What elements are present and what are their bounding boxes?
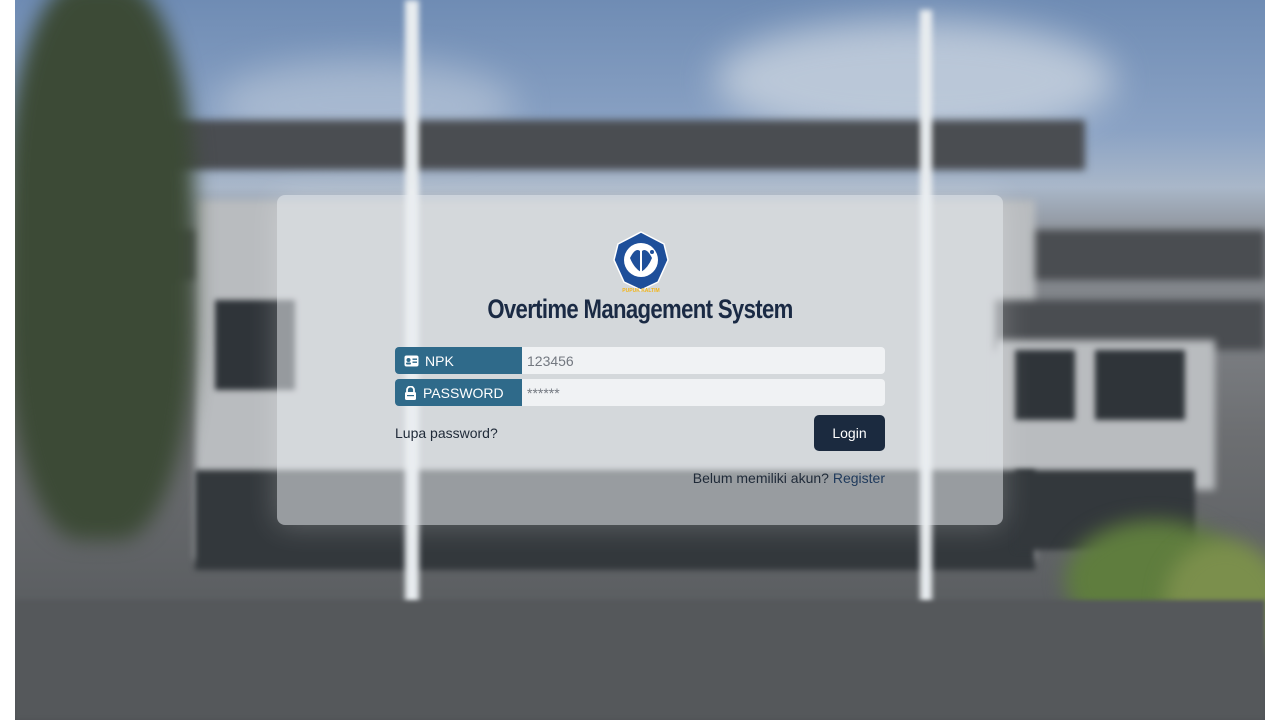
- pupuk-kaltim-logo: PUPUK KALTIM: [613, 231, 669, 294]
- npk-input[interactable]: [522, 347, 885, 374]
- register-link[interactable]: Register: [833, 470, 885, 486]
- page-title: Overtime Management System: [487, 294, 793, 324]
- register-line: Belum memiliki akun? Register: [693, 470, 885, 486]
- password-label: PASSWORD: [395, 379, 522, 406]
- forgot-password-link[interactable]: Lupa password?: [395, 425, 498, 441]
- npk-label-text: NPK: [425, 352, 454, 369]
- login-button[interactable]: Login: [814, 415, 885, 451]
- register-prompt: Belum memiliki akun?: [692, 470, 829, 486]
- password-field-group: PASSWORD: [395, 379, 885, 406]
- id-card-icon: [404, 355, 419, 366]
- lock-icon: [405, 385, 416, 400]
- npk-label: NPK: [395, 347, 522, 374]
- npk-field-group: NPK: [395, 347, 885, 374]
- password-label-text: PASSWORD: [423, 384, 504, 401]
- password-input[interactable]: [522, 379, 885, 406]
